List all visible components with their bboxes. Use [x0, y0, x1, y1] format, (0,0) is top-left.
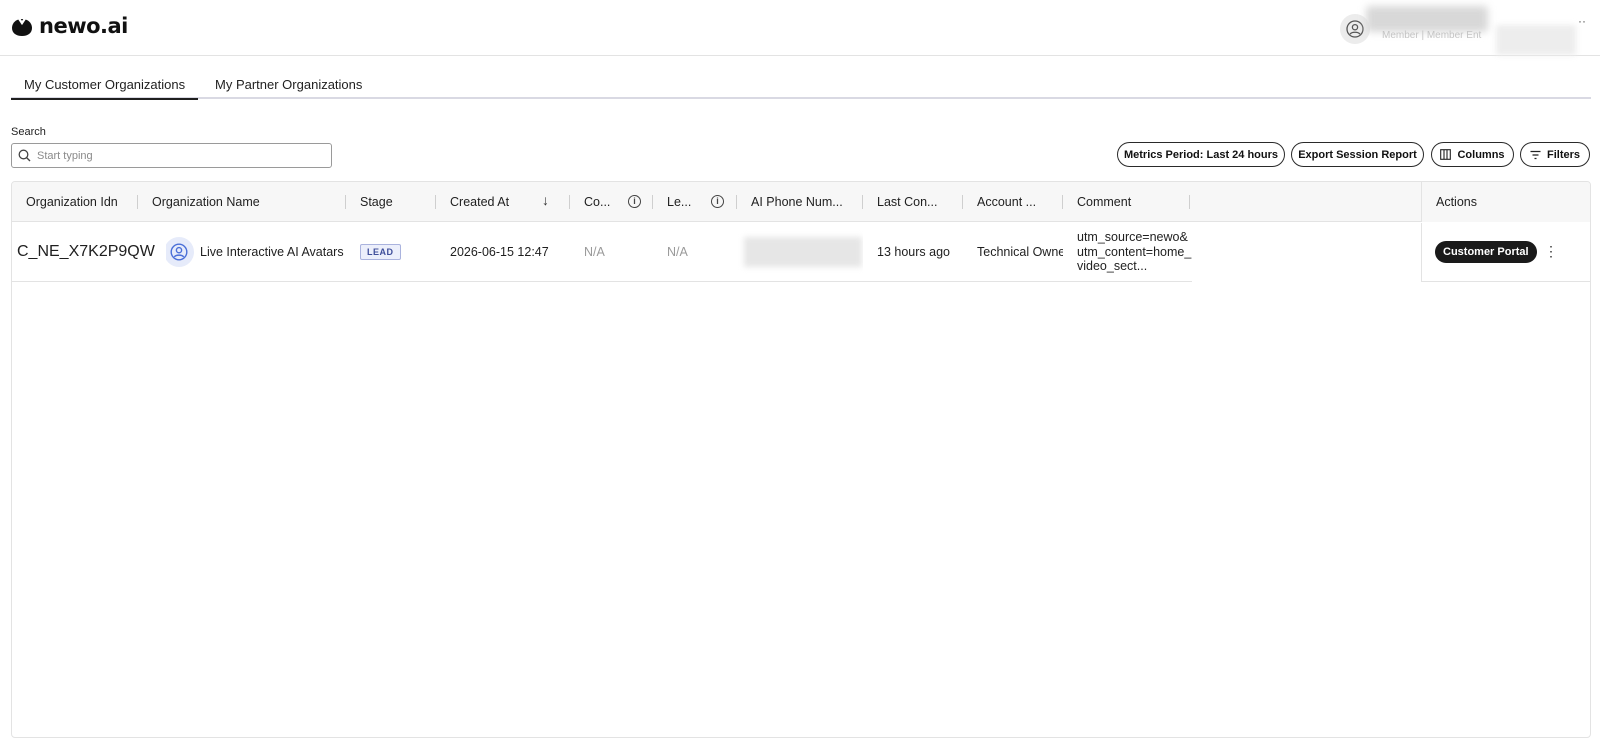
- search-input[interactable]: [37, 149, 317, 162]
- brand-logo[interactable]: newo.ai: [11, 14, 128, 38]
- user-role: Member | Member Ent: [1382, 30, 1482, 41]
- sort-down-icon[interactable]: ↓: [542, 192, 549, 208]
- cell-organization-name: Live Interactive AI Avatars: [166, 223, 346, 281]
- column-header-organization-name[interactable]: Organization Name: [138, 182, 346, 222]
- column-header-created-at[interactable]: Created At ↓: [436, 182, 570, 222]
- column-header-label: Organization Idn: [26, 195, 118, 209]
- cell-comment: utm_source=newo&utm_content=home_video_s…: [1063, 223, 1192, 281]
- cell-created-at: 2026-06-15 12:47: [450, 245, 549, 259]
- column-header-le[interactable]: Le... i: [653, 182, 737, 222]
- customer-portal-button[interactable]: Customer Portal: [1435, 241, 1537, 263]
- organization-name[interactable]: Live Interactive AI Avatars: [200, 245, 344, 259]
- export-session-report-button[interactable]: Export Session Report: [1291, 142, 1424, 167]
- table-header: Organization Idn Organization Name Stage…: [12, 182, 1590, 222]
- brand-name: newo.ai: [39, 14, 128, 38]
- phone-number-redacted: [744, 237, 862, 267]
- column-header-label: AI Phone Num...: [751, 195, 843, 209]
- column-header-label: Organization Name: [152, 195, 260, 209]
- search-label: Search: [11, 126, 46, 138]
- column-header-last-contact[interactable]: Last Con...: [863, 182, 963, 222]
- logo-mark-icon: [12, 16, 32, 36]
- stage-badge: LEAD: [360, 244, 401, 260]
- top-bar: newo.ai Member | Member Ent ··: [0, 0, 1600, 56]
- column-header-stage[interactable]: Stage: [346, 182, 436, 222]
- column-header-actions: Actions: [1421, 182, 1590, 222]
- cell-organization-idn: C_NE_X7K2P9QW: [17, 243, 155, 260]
- cell-stage: LEAD: [346, 223, 436, 281]
- tab-my-partner-organizations[interactable]: My Partner Organizations: [202, 68, 375, 99]
- column-header-co[interactable]: Co... i: [570, 182, 653, 222]
- column-header-label: Created At: [450, 195, 510, 209]
- cell-le: N/A: [667, 245, 688, 259]
- cell-account: Technical Owner: [977, 245, 1063, 259]
- column-header-ai-phone-number[interactable]: AI Phone Num...: [737, 182, 863, 222]
- info-icon[interactable]: i: [628, 195, 641, 208]
- filters-label: Filters: [1546, 148, 1580, 161]
- tab-my-customer-organizations[interactable]: My Customer Organizations: [11, 68, 199, 100]
- user-menu[interactable]: Member | Member Ent: [1340, 6, 1600, 55]
- redacted-area: [1496, 25, 1576, 55]
- column-header-organization-idn[interactable]: Organization Idn: [12, 182, 138, 222]
- column-header-comment[interactable]: Comment: [1063, 182, 1190, 222]
- user-icon: [1346, 20, 1364, 38]
- cell-ai-phone-number: [737, 223, 863, 281]
- user-icon: [170, 243, 188, 261]
- cell-last-contact: 13 hours ago: [877, 245, 950, 259]
- column-header-label: Last Con...: [877, 195, 938, 209]
- column-header-label: Co...: [584, 195, 611, 209]
- user-name-redacted: [1366, 6, 1488, 32]
- organizations-table: Organization Idn Organization Name Stage…: [11, 181, 1591, 738]
- more-vertical-icon[interactable]: ⋮: [1544, 243, 1558, 260]
- column-header-label: Le...: [667, 195, 692, 209]
- search-icon: [18, 149, 31, 162]
- search-box[interactable]: [11, 143, 332, 168]
- filter-icon: [1530, 150, 1541, 159]
- cell-actions: Customer Portal ⋮: [1421, 223, 1590, 282]
- column-header-label: Comment: [1077, 195, 1132, 209]
- columns-label: Columns: [1457, 148, 1505, 161]
- columns-icon: [1440, 149, 1452, 160]
- metrics-period-button[interactable]: Metrics Period: Last 24 hours: [1117, 142, 1285, 167]
- column-header-label: Stage: [360, 195, 393, 209]
- info-icon[interactable]: i: [711, 195, 724, 208]
- more-horizontal-icon[interactable]: ··: [1578, 14, 1586, 28]
- organization-tabs: My Customer Organizations My Partner Org…: [11, 68, 1591, 100]
- column-header-label: Account ...: [977, 195, 1037, 209]
- column-header-account[interactable]: Account ...: [963, 182, 1063, 222]
- cell-co: N/A: [584, 245, 605, 259]
- columns-button[interactable]: Columns: [1431, 142, 1514, 167]
- filters-button[interactable]: Filters: [1520, 142, 1590, 167]
- table-row[interactable]: C_NE_X7K2P9QW Live Interactive AI Avatar…: [12, 223, 1192, 282]
- comment-text: utm_source=newo&utm_content=home_video_s…: [1077, 230, 1192, 274]
- organization-avatar: [166, 237, 194, 267]
